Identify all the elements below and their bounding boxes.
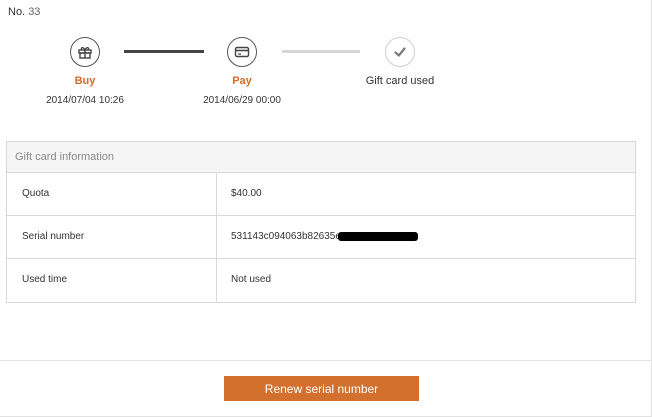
serial-number-label: Serial number — [7, 216, 217, 258]
footer-divider — [0, 360, 652, 361]
used-time-label: Used time — [7, 259, 217, 302]
step-pay: Pay 2014/06/29 00:00 — [182, 37, 302, 106]
order-number-label: No. — [8, 6, 26, 18]
quota-label: Quota — [7, 173, 217, 215]
gift-card-panel-title: Gift card information — [7, 142, 635, 173]
quota-value: $40.00 — [231, 188, 262, 199]
step-buy-label: Buy — [74, 75, 96, 87]
check-icon — [385, 37, 415, 67]
renew-serial-number-button[interactable]: Renew serial number — [224, 376, 419, 401]
step-buy: Buy 2014/07/04 10:26 — [25, 37, 145, 106]
step-gift-card-used-label: Gift card used — [365, 75, 435, 87]
order-number-value: 33 — [28, 6, 41, 18]
redaction-bar — [338, 232, 418, 241]
credit-card-icon — [227, 37, 257, 67]
used-time-value: Not used — [231, 274, 272, 285]
gift-icon — [70, 37, 100, 67]
order-number: No. 33 — [8, 6, 40, 18]
table-row: Used time Not used — [7, 259, 635, 302]
table-row: Quota $40.00 — [7, 173, 635, 216]
gift-card-panel: Gift card information Quota $40.00 Seria… — [6, 141, 636, 303]
step-pay-label: Pay — [232, 75, 252, 87]
step-buy-time: 2014/07/04 10:26 — [46, 95, 124, 106]
serial-number-cell: 531143c094063b82635ea59c — [217, 216, 635, 258]
table-row: Serial number 531143c094063b82635ea59c — [7, 216, 635, 259]
step-pay-time: 2014/06/29 00:00 — [203, 95, 281, 106]
step-gift-card-used: Gift card used — [340, 37, 460, 89]
